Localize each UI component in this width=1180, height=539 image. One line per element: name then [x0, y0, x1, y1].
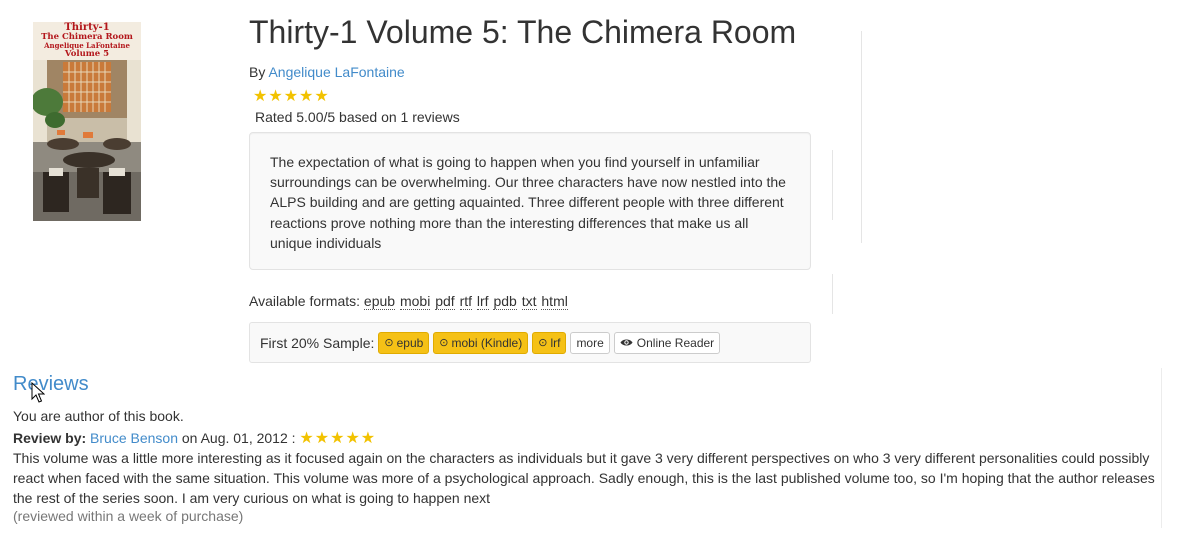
book-description: The expectation of what is going to happ…: [249, 132, 811, 270]
download-icon: ⊙: [439, 337, 449, 349]
reviews-heading: Reviews: [13, 373, 89, 395]
cover-line-4: Volume 5: [64, 49, 110, 59]
sample-epub-label: epub: [396, 335, 424, 350]
format-txt[interactable]: txt: [521, 293, 537, 310]
mouse-cursor-icon: [31, 382, 45, 403]
formats-label: Available formats:: [249, 293, 361, 309]
download-icon: ⊙: [384, 337, 394, 349]
divider: [861, 31, 862, 243]
format-pdb[interactable]: pdb: [493, 293, 517, 310]
by-prefix: By: [249, 64, 266, 80]
sample-lrf-label: lrf: [550, 335, 561, 350]
review-by-label: Review by:: [13, 430, 87, 446]
available-formats: Available formats: epub mobi pdf rtf lrf…: [249, 293, 569, 310]
divider: [832, 274, 833, 314]
format-epub[interactable]: epub: [363, 293, 396, 310]
format-html[interactable]: html: [541, 293, 568, 310]
rating-text: Rated 5.00/5 based on 1 reviews: [255, 109, 460, 125]
format-pdf[interactable]: pdf: [435, 293, 455, 310]
sample-more-label: more: [576, 335, 604, 350]
format-lrf[interactable]: lrf: [476, 293, 489, 310]
review-note: (reviewed within a week of purchase): [13, 508, 244, 524]
sample-epub-button[interactable]: ⊙ epub: [378, 331, 430, 354]
sample-mobi-button[interactable]: ⊙ mobi (Kindle): [433, 331, 529, 354]
author-link[interactable]: Angelique LaFontaine: [268, 64, 404, 80]
reviewer-link[interactable]: Bruce Benson: [90, 430, 178, 446]
sample-mobi-label: mobi (Kindle): [451, 335, 523, 350]
sample-more-button[interactable]: more: [570, 331, 610, 354]
online-reader-label: Online Reader: [636, 335, 715, 350]
review-date: on Aug. 01, 2012 :: [181, 430, 296, 446]
byline: By Angelique LaFontaine: [249, 64, 405, 80]
download-icon: ⊙: [538, 337, 548, 349]
book-cover[interactable]: Thirty-1 The Chimera Room Angelique LaFo…: [33, 22, 141, 221]
review-text: This volume was a little more interestin…: [13, 450, 1155, 506]
eye-icon: [620, 339, 633, 346]
divider: [832, 150, 833, 220]
cover-title-block: Thirty-1 The Chimera Room Angelique LaFo…: [33, 22, 141, 60]
author-note: You are author of this book.: [13, 408, 184, 424]
format-rtf[interactable]: rtf: [459, 293, 473, 310]
book-title: Thirty-1 Volume 5: The Chimera Room: [249, 14, 797, 50]
sample-label: First 20% Sample:: [260, 334, 375, 351]
sample-panel: First 20% Sample: ⊙ epub ⊙ mobi (Kindle)…: [249, 322, 811, 363]
sample-lrf-button[interactable]: ⊙ lrf: [532, 331, 567, 354]
review-header: Review by: Bruce Benson on Aug. 01, 2012…: [13, 428, 376, 448]
format-mobi[interactable]: mobi: [399, 293, 431, 310]
rating-stars: ★★★★★: [253, 88, 330, 105]
online-reader-button[interactable]: Online Reader: [613, 331, 721, 354]
review-stars: ★★★★★: [299, 430, 377, 447]
